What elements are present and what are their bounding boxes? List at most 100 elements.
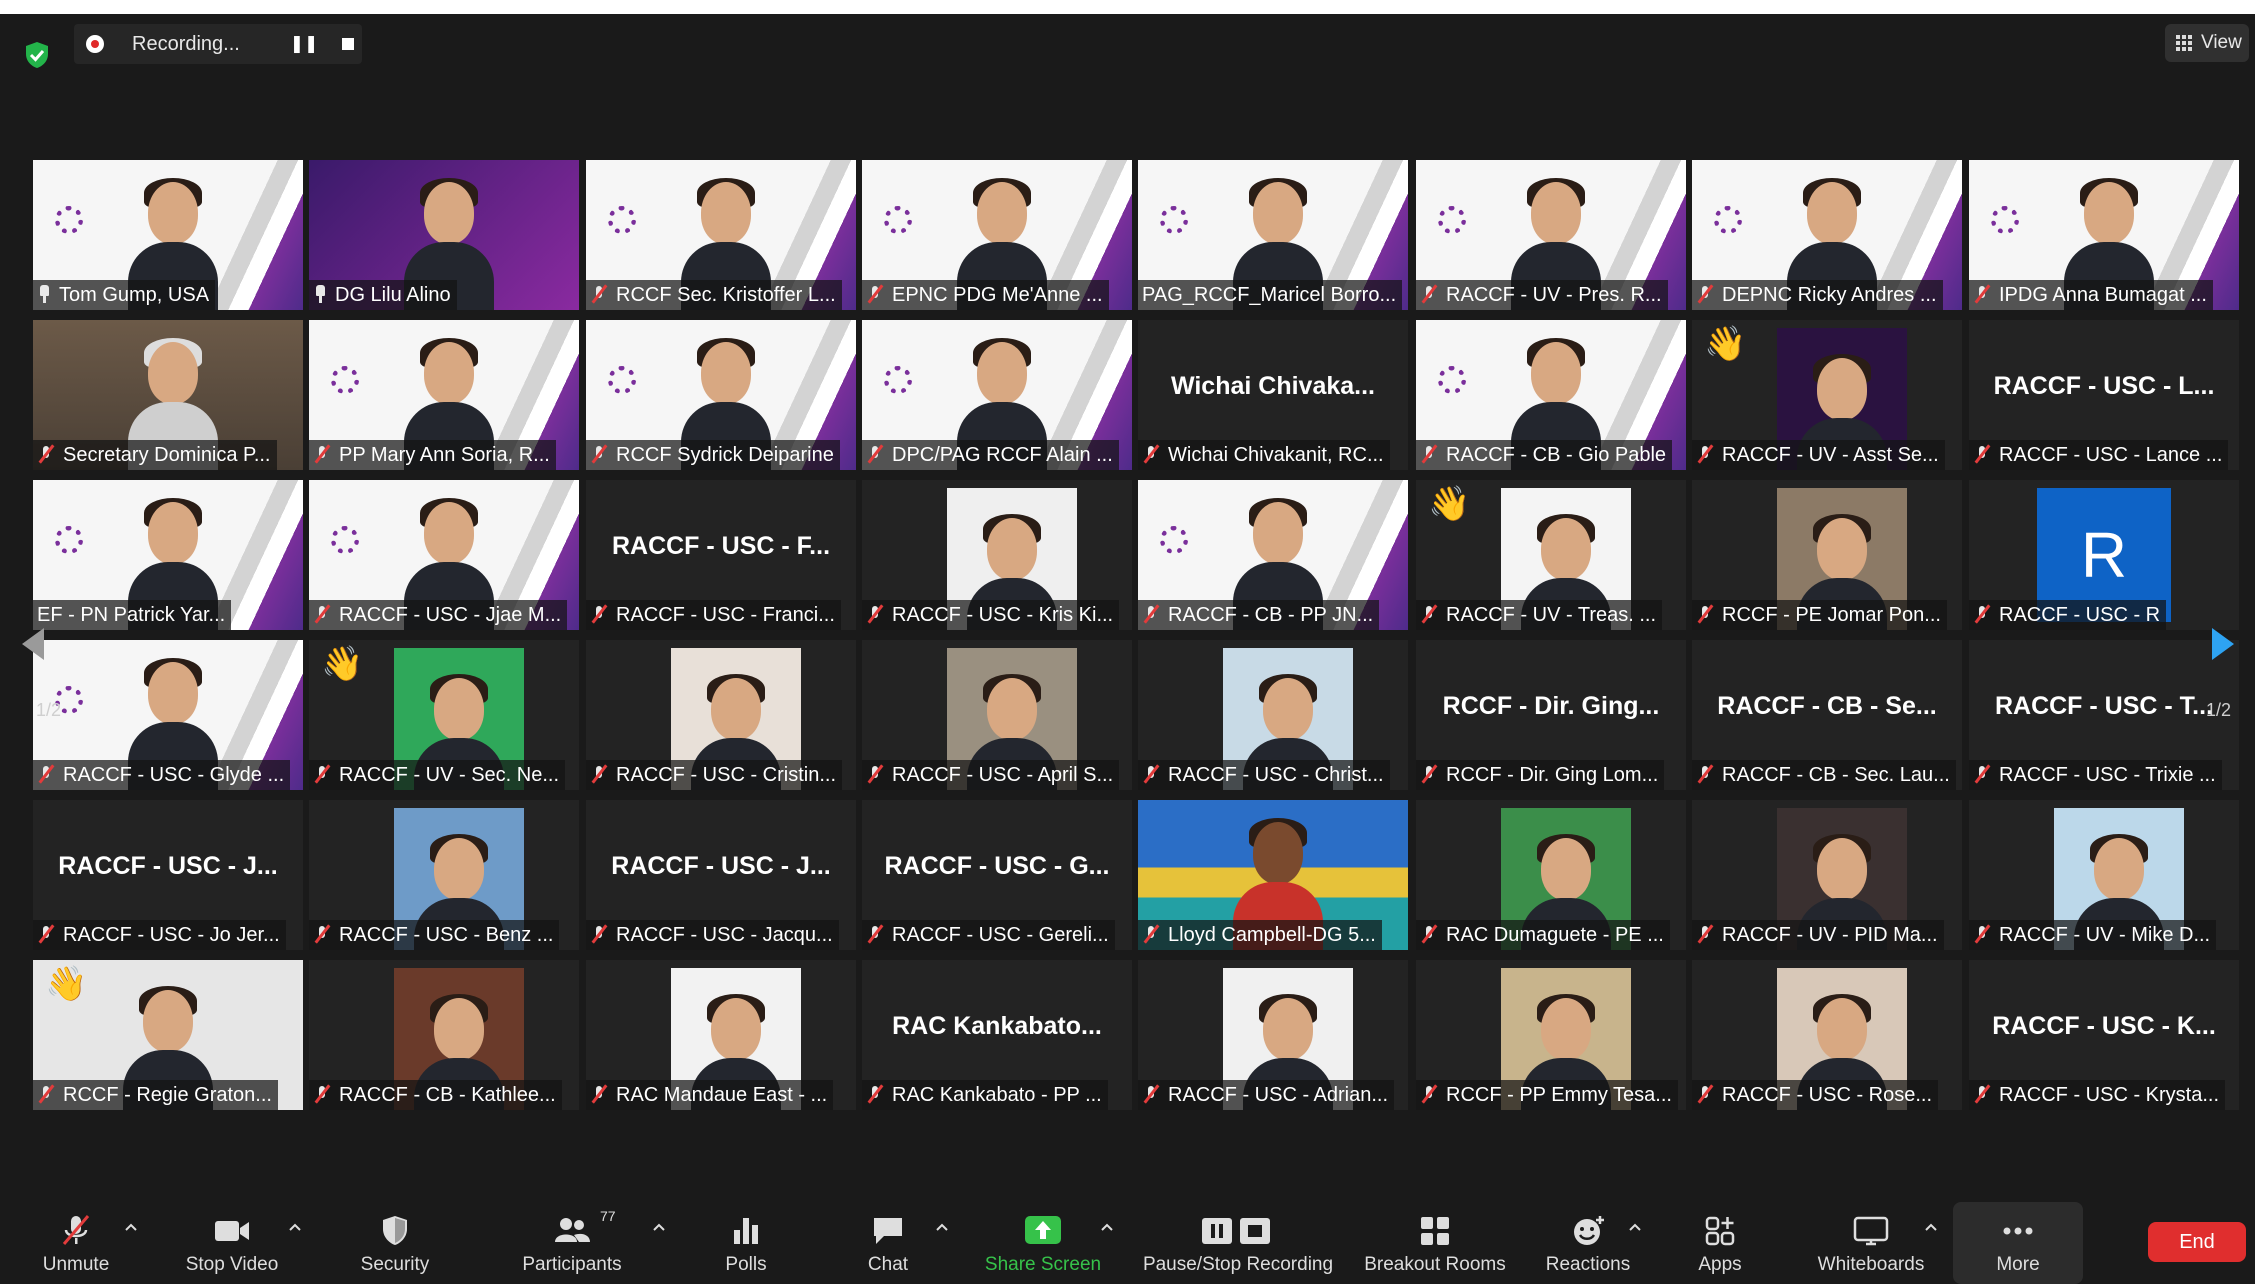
participant-video-tile[interactable]: RACCF - USC - F... RACCF - USC - Franci..… xyxy=(586,480,856,630)
participant-video-tile[interactable]: RACCF - USC - J... RACCF - USC - Jacqu... xyxy=(586,800,856,950)
encryption-shield-icon[interactable] xyxy=(22,40,52,70)
participant-name-label: RCCF - Dir. Ging Lom... xyxy=(1416,760,1665,790)
participant-video-tile[interactable]: RCCF Sydrick Deiparine xyxy=(586,320,856,470)
participant-video-tile[interactable]: 👋 RACCF - UV - Asst Se... xyxy=(1692,320,1962,470)
participant-video-tile[interactable]: RACCF - CB - PP JN... xyxy=(1138,480,1408,630)
participant-video-tile[interactable]: RACCF - CB - Se... RACCF - CB - Sec. Lau.… xyxy=(1692,640,1962,790)
participant-video-tile[interactable]: DEPNC Ricky Andres ... xyxy=(1692,160,1962,310)
participant-video-tile[interactable]: RCCF - PP Emmy Tesa... xyxy=(1416,960,1686,1110)
polls-button[interactable]: Polls xyxy=(706,1202,786,1284)
share-options-chevron-icon[interactable] xyxy=(1100,1222,1114,1232)
audio-options-chevron-icon[interactable] xyxy=(124,1222,138,1232)
participant-video-tile[interactable]: Tom Gump, USA xyxy=(33,160,303,310)
previous-page-arrow-icon[interactable] xyxy=(14,624,54,664)
participant-video-tile[interactable]: RAC Kankabato... RAC Kankabato - PP ... xyxy=(862,960,1132,1110)
participant-video-tile[interactable]: RCCF - Dir. Ging... RCCF - Dir. Ging Lom.… xyxy=(1416,640,1686,790)
view-button[interactable]: View xyxy=(2165,24,2249,62)
unmute-button[interactable]: Unmute xyxy=(26,1202,126,1284)
participant-video-tile[interactable]: RAC Mandaue East - ... xyxy=(586,960,856,1110)
participant-video-tile[interactable]: RACCF - USC - Glyde ... xyxy=(33,640,303,790)
participant-video-tile[interactable]: RACCF - USC - L... RACCF - USC - Lance ..… xyxy=(1969,320,2239,470)
next-page-arrow-icon[interactable] xyxy=(2202,624,2242,664)
rotary-wheel-icon xyxy=(1438,366,1466,394)
reactions-emoji-icon xyxy=(1574,1216,1604,1245)
participant-name: RACCF - USC - Glyde ... xyxy=(63,764,285,786)
apps-button[interactable]: Apps xyxy=(1680,1202,1760,1284)
participant-video-tile[interactable]: R RACCF - USC - R xyxy=(1969,480,2239,630)
participant-video-tile[interactable]: EPNC PDG Me'Anne ... xyxy=(862,160,1132,310)
security-button[interactable]: Security xyxy=(345,1202,445,1284)
pause-stop-recording-button[interactable]: Pause/Stop Recording xyxy=(1138,1202,1338,1284)
participant-video-tile[interactable]: DG Lilu Alino xyxy=(309,160,579,310)
participant-name: RACCF - USC - April S... xyxy=(892,764,1114,786)
breakout-rooms-button[interactable]: Breakout Rooms xyxy=(1360,1202,1510,1284)
participant-video-tile[interactable]: RACCF - USC - J... RACCF - USC - Jo Jer..… xyxy=(33,800,303,950)
participant-name: RACCF - USC - Rose... xyxy=(1722,1084,1933,1106)
whiteboards-options-chevron-icon[interactable] xyxy=(1924,1222,1938,1232)
participant-video-tile[interactable]: 👋 RACCF - UV - Treas. ... xyxy=(1416,480,1686,630)
stop-recording-icon[interactable] xyxy=(330,32,366,56)
participant-video-tile[interactable]: 👋 RCCF - Regie Graton... xyxy=(33,960,303,1110)
participant-video-tile[interactable]: RACCF - UV - Pres. R... xyxy=(1416,160,1686,310)
participant-video-tile[interactable]: Secretary Dominica P... xyxy=(33,320,303,470)
participant-video-tile[interactable]: RACCF - USC - Benz ... xyxy=(309,800,579,950)
whiteboards-button[interactable]: Whiteboards xyxy=(1806,1202,1936,1284)
participant-video-tile[interactable]: RACCF - USC - April S... xyxy=(862,640,1132,790)
participant-video-tile[interactable]: RACCF - USC - Adrian... xyxy=(1138,960,1408,1110)
rotary-wheel-icon xyxy=(331,526,359,554)
chat-options-chevron-icon[interactable] xyxy=(935,1222,949,1232)
participant-video-tile[interactable]: RACCF - USC - Christ... xyxy=(1138,640,1408,790)
end-meeting-button[interactable]: End xyxy=(2148,1222,2246,1262)
participant-name-label: RACCF - UV - Sec. Ne... xyxy=(309,760,566,790)
participant-video-tile[interactable]: RACCF - USC - T... RACCF - USC - Trixie .… xyxy=(1969,640,2239,790)
participant-video-tile[interactable]: RACCF - UV - PID Ma... xyxy=(1692,800,1962,950)
participant-video-tile[interactable]: RACCF - USC - G... RACCF - USC - Gereli..… xyxy=(862,800,1132,950)
mic-off-icon xyxy=(866,604,884,624)
participant-video-tile[interactable]: RACCF - USC - K... RACCF - USC - Krysta..… xyxy=(1969,960,2239,1110)
participant-video-tile[interactable]: RACCF - UV - Mike D... xyxy=(1969,800,2239,950)
participant-display-name: RACCF - CB - Se... xyxy=(1717,692,1937,720)
more-button[interactable]: More xyxy=(1953,1202,2083,1284)
mic-off-icon xyxy=(1142,1084,1160,1104)
mic-off-icon xyxy=(1142,764,1160,784)
participant-name-label: RAC Mandaue East - ... xyxy=(586,1080,834,1110)
participant-video-tile[interactable]: PP Mary Ann Soria, R... xyxy=(309,320,579,470)
participant-video-tile[interactable]: RCCF - PE Jomar Pon... xyxy=(1692,480,1962,630)
mic-off-icon xyxy=(37,924,55,944)
participant-name: RACCF - UV - Treas. ... xyxy=(1446,604,1657,626)
participant-name-label: RACCF - UV - PID Ma... xyxy=(1692,920,1944,950)
share-screen-button[interactable]: Share Screen xyxy=(978,1202,1108,1284)
participant-video-tile[interactable]: 👋 RACCF - UV - Sec. Ne... xyxy=(309,640,579,790)
mic-off-icon xyxy=(590,444,608,464)
participant-video-tile[interactable]: RACCF - CB - Kathlee... xyxy=(309,960,579,1110)
participant-video-tile[interactable]: EF - PN Patrick Yar... xyxy=(33,480,303,630)
participant-name: Secretary Dominica P... xyxy=(63,444,271,466)
participant-video-tile[interactable]: Lloyd Campbell-DG 5... xyxy=(1138,800,1408,950)
participants-options-chevron-icon[interactable] xyxy=(652,1222,666,1232)
participant-video-tile[interactable]: RACCF - USC - Jjae M... xyxy=(309,480,579,630)
participant-video-tile[interactable]: PAG_RCCF_Maricel Borro... xyxy=(1138,160,1408,310)
stop-video-button[interactable]: Stop Video xyxy=(172,1202,292,1284)
participant-video-tile[interactable]: RACCF - USC - Rose... xyxy=(1692,960,1962,1110)
chat-button[interactable]: Chat xyxy=(848,1202,928,1284)
reactions-options-chevron-icon[interactable] xyxy=(1628,1222,1642,1232)
participant-video-tile[interactable]: RCCF Sec. Kristoffer L... xyxy=(586,160,856,310)
participant-video-tile[interactable]: RACCF - USC - Kris Ki... xyxy=(862,480,1132,630)
participant-video-tile[interactable]: DPC/PAG RCCF Alain ... xyxy=(862,320,1132,470)
video-options-chevron-icon[interactable] xyxy=(288,1222,302,1232)
participant-name: RAC Mandaue East - ... xyxy=(616,1084,828,1106)
participant-video-tile[interactable]: RACCF - USC - Cristin... xyxy=(586,640,856,790)
participants-button[interactable]: 77 Participants xyxy=(512,1202,632,1284)
pause-recording-icon[interactable]: ❚❚ xyxy=(286,32,322,56)
participant-name-label: EF - PN Patrick Yar... xyxy=(33,600,232,630)
unmute-label: Unmute xyxy=(42,1254,110,1275)
mic-off-icon xyxy=(1142,604,1160,624)
participant-name-label: Wichai Chivakanit, RC... xyxy=(1138,440,1390,470)
participant-video-tile[interactable]: Wichai Chivaka... Wichai Chivakanit, RC..… xyxy=(1138,320,1408,470)
participant-video-tile[interactable]: RACCF - CB - Gio Pable xyxy=(1416,320,1686,470)
participant-name-label: DG Lilu Alino xyxy=(309,280,457,310)
mic-off-icon xyxy=(590,1084,608,1104)
participant-video-tile[interactable]: IPDG Anna Bumagat ... xyxy=(1969,160,2239,310)
reactions-button[interactable]: Reactions xyxy=(1538,1202,1638,1284)
participant-video-tile[interactable]: RAC Dumaguete - PE ... xyxy=(1416,800,1686,950)
